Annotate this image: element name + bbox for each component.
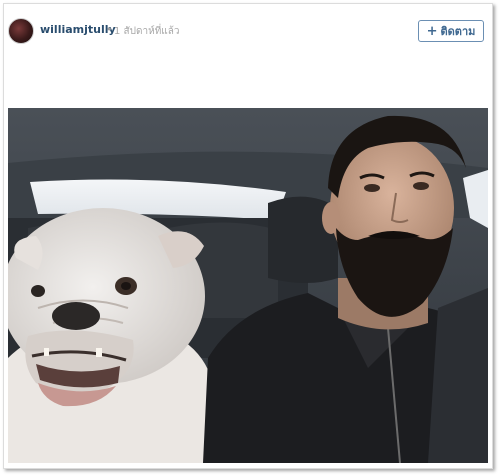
username-link[interactable]: williamjtully bbox=[40, 23, 116, 36]
post-timestamp: 1 สัปดาห์ที่แล้ว bbox=[114, 26, 180, 37]
post-photo[interactable] bbox=[8, 108, 488, 463]
separator-dot: • bbox=[106, 23, 113, 36]
follow-button[interactable]: + ติดตาม bbox=[418, 20, 484, 42]
user-avatar[interactable] bbox=[8, 18, 34, 44]
plus-icon: + bbox=[426, 23, 438, 39]
post-header: williamjtully • 1 สัปดาห์ที่แล้ว + ติดตา… bbox=[4, 4, 492, 60]
follow-button-label: ติดตาม bbox=[440, 25, 476, 38]
instagram-post-card: williamjtully • 1 สัปดาห์ที่แล้ว + ติดตา… bbox=[3, 3, 493, 469]
